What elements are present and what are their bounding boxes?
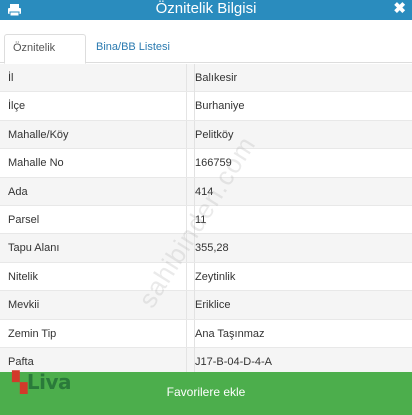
- header-bar: Öznitelik Bilgisi ✖: [0, 0, 412, 20]
- column-divider: [186, 319, 187, 347]
- column-divider: [186, 234, 187, 262]
- row-key: Zemin Tip: [8, 327, 57, 340]
- brand-logo: ▚Liva: [12, 370, 72, 394]
- row-value: Balıkesir: [194, 64, 237, 92]
- row-value: Burhaniye: [194, 92, 245, 121]
- row-key: Parsel: [8, 213, 40, 226]
- row-key: Mahalle/Köy: [8, 128, 69, 141]
- tab-oznitelik-bilgisi[interactable]: Öznitelik Bilgisi: [4, 34, 86, 81]
- panel-title: Öznitelik Bilgisi: [155, 0, 257, 17]
- row-key: Nitelik: [8, 270, 38, 283]
- table-row: Mevkii Eriklice: [0, 291, 412, 320]
- attribute-table: İl Balıkesir İlçe Burhaniye Mahalle/Köy …: [0, 64, 412, 377]
- logo-mark-icon: ▚: [12, 370, 27, 394]
- column-divider: [186, 262, 187, 291]
- table-row: Ada 414: [0, 177, 412, 206]
- close-button[interactable]: ✖: [393, 0, 406, 20]
- column-divider: [186, 291, 187, 319]
- tab-bar: Öznitelik Bilgisi Bina/BB Listesi: [0, 30, 412, 81]
- table-row: Tapu Alanı 355,28: [0, 234, 412, 263]
- row-value: Eriklice: [194, 291, 230, 320]
- row-key: Tapu Alanı: [8, 242, 60, 255]
- column-divider: [186, 92, 187, 120]
- column-divider: [186, 149, 187, 177]
- table-row: Zemin Tip Ana Taşınmaz: [0, 319, 412, 348]
- logo-text: Liva: [26, 370, 72, 394]
- column-divider: [186, 120, 187, 149]
- table-row: İl Balıkesir: [0, 64, 412, 93]
- row-value: Zeytinlik: [194, 262, 235, 291]
- row-value: Pelitköy: [194, 120, 234, 149]
- row-value: Ana Taşınmaz: [194, 319, 265, 348]
- column-divider: [186, 64, 187, 92]
- column-divider: [186, 205, 187, 234]
- row-value: 166759: [194, 149, 232, 178]
- table-row: Mahalle/Köy Pelitköy: [0, 120, 412, 150]
- row-key: Mahalle No: [8, 157, 64, 170]
- column-divider: [186, 177, 187, 205]
- table-row: Nitelik Zeytinlik: [0, 262, 412, 292]
- table-row: Mahalle No 166759: [0, 149, 412, 178]
- row-key: Mevkii: [8, 299, 40, 312]
- table-row: Parsel 11: [0, 205, 412, 235]
- table-row: İlçe Burhaniye: [0, 92, 412, 121]
- tab-bina-bb-listesi[interactable]: Bina/BB Listesi: [88, 34, 178, 63]
- row-key: İlçe: [8, 100, 26, 113]
- row-key: İl: [8, 72, 14, 84]
- row-key: Ada: [8, 185, 28, 198]
- row-value: 11: [194, 205, 206, 234]
- row-value: 355,28: [194, 234, 229, 263]
- row-value: 414: [194, 177, 213, 206]
